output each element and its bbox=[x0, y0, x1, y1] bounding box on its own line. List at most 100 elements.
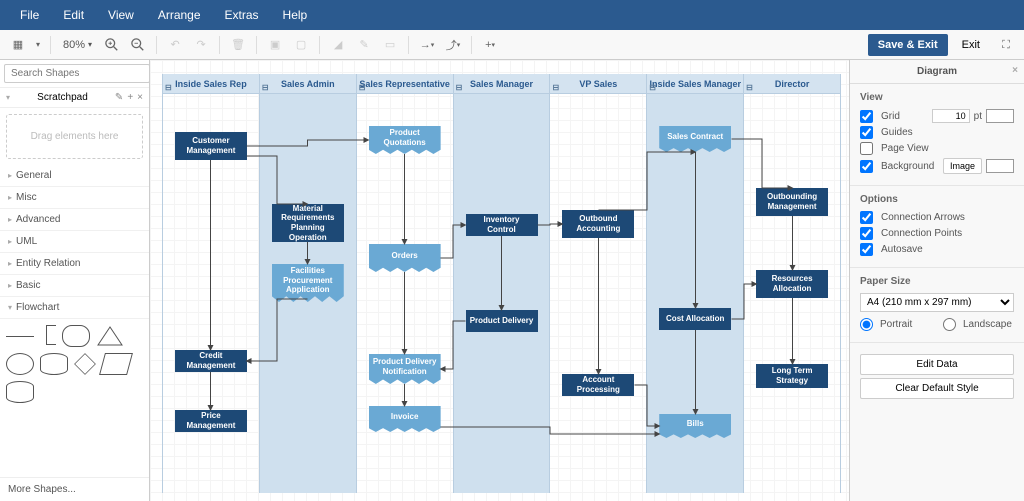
conn-points-label: Connection Points bbox=[881, 228, 1014, 239]
menu-view[interactable]: View bbox=[96, 8, 146, 22]
more-shapes-button[interactable]: More Shapes... bbox=[0, 477, 149, 501]
clear-style-button[interactable]: Clear Default Style bbox=[860, 378, 1014, 399]
category-flowchart[interactable]: Flowchart bbox=[0, 297, 149, 319]
flowchart-node[interactable]: Account Processing bbox=[562, 374, 634, 396]
shape-bracket[interactable] bbox=[46, 325, 56, 345]
shape-diamond[interactable] bbox=[74, 353, 96, 375]
save-exit-button[interactable]: Save & Exit bbox=[868, 34, 948, 56]
menu-help[interactable]: Help bbox=[271, 8, 320, 22]
menu-extras[interactable]: Extras bbox=[213, 8, 271, 22]
flowchart-node[interactable]: Inventory Control bbox=[466, 214, 538, 236]
flowchart-node[interactable]: Facilities Procurement Application bbox=[272, 264, 344, 302]
flowchart-node[interactable]: Resources Allocation bbox=[756, 270, 828, 298]
expand-icon[interactable]: ⛶ bbox=[994, 33, 1018, 57]
lane-4[interactable]: ⊟VP Sales Outbound Accounting Account Proc… bbox=[550, 74, 647, 493]
menu-file[interactable]: File bbox=[8, 8, 51, 22]
edit-data-button[interactable]: Edit Data bbox=[860, 354, 1014, 375]
category-advanced[interactable]: Advanced bbox=[0, 209, 149, 231]
flowchart-node[interactable]: Material Requirements Planning Operation bbox=[272, 204, 344, 242]
lane-header[interactable]: ⊟Inside Sales Manager bbox=[647, 74, 743, 94]
flowchart-node[interactable]: Credit Management bbox=[175, 350, 247, 372]
search-input[interactable] bbox=[4, 64, 150, 83]
lane-header[interactable]: ⊟Sales Admin bbox=[260, 74, 356, 94]
shape-rounded[interactable] bbox=[62, 325, 90, 347]
menu-edit[interactable]: Edit bbox=[51, 8, 96, 22]
grid-color-swatch[interactable] bbox=[986, 109, 1014, 123]
category-general[interactable]: General bbox=[0, 165, 149, 187]
scratchpad-dropzone[interactable]: Drag elements here bbox=[6, 114, 143, 159]
lane-2[interactable]: ⊟Sales Representative Product Quotations O… bbox=[357, 74, 454, 493]
flowchart-node[interactable]: Long Term Strategy bbox=[756, 364, 828, 388]
flowchart-node[interactable]: Sales Contract bbox=[659, 126, 731, 152]
paper-size-select[interactable]: A4 (210 mm x 297 mm) bbox=[860, 293, 1014, 312]
undo-icon[interactable]: ↶ bbox=[163, 33, 187, 57]
grid-size-input[interactable] bbox=[932, 109, 970, 123]
flowchart-node[interactable]: Orders bbox=[369, 244, 441, 272]
shape-parallelogram[interactable] bbox=[99, 353, 133, 375]
guides-checkbox[interactable] bbox=[860, 126, 873, 139]
flowchart-node[interactable]: Product Quotations bbox=[369, 126, 441, 154]
category-entity-relation[interactable]: Entity Relation bbox=[0, 253, 149, 275]
layout-icon[interactable]: ▦ bbox=[6, 33, 30, 57]
exit-button[interactable]: Exit bbox=[954, 34, 988, 56]
category-misc[interactable]: Misc bbox=[0, 187, 149, 209]
background-checkbox[interactable] bbox=[860, 160, 873, 173]
fill-icon[interactable]: ◢ bbox=[326, 33, 350, 57]
delete-icon[interactable]: 🗑 bbox=[226, 33, 250, 57]
shadow-icon[interactable]: ▭ bbox=[378, 33, 402, 57]
category-uml[interactable]: UML bbox=[0, 231, 149, 253]
autosave-checkbox[interactable] bbox=[860, 243, 873, 256]
shape-cylinder[interactable] bbox=[40, 353, 68, 375]
background-swatch[interactable] bbox=[986, 159, 1014, 173]
lane-header[interactable]: ⊟Sales Manager bbox=[454, 74, 550, 94]
menu-arrange[interactable]: Arrange bbox=[146, 8, 213, 22]
canvas[interactable]: ⊟Inside Sales Rep Customer Management Cred… bbox=[150, 60, 849, 501]
to-front-icon[interactable]: ▣ bbox=[263, 33, 287, 57]
stroke-icon[interactable]: ✎ bbox=[352, 33, 376, 57]
conn-arrows-checkbox[interactable] bbox=[860, 211, 873, 224]
connection-icon[interactable]: →▾ bbox=[415, 33, 439, 57]
lane-5[interactable]: ⊟Inside Sales Manager Sales Contract Cost … bbox=[647, 74, 744, 493]
lane-3[interactable]: ⊟Sales Manager Inventory Control Product D… bbox=[454, 74, 551, 493]
add-icon[interactable]: +▾ bbox=[478, 33, 502, 57]
lane-header[interactable]: ⊟VP Sales bbox=[550, 74, 646, 94]
flowchart-node[interactable]: Price Management bbox=[175, 410, 247, 432]
shape-rect[interactable] bbox=[96, 325, 124, 347]
lane-header[interactable]: ⊟Inside Sales Rep bbox=[163, 74, 259, 94]
landscape-radio[interactable] bbox=[943, 318, 956, 331]
lane-1[interactable]: ⊟Sales Admin Material Requirements Planni… bbox=[260, 74, 357, 493]
grid-checkbox[interactable] bbox=[860, 110, 873, 123]
category-basic[interactable]: Basic bbox=[0, 275, 149, 297]
flowchart-node[interactable]: Cost Allocation bbox=[659, 308, 731, 330]
redo-icon[interactable]: ↷ bbox=[189, 33, 213, 57]
lane-header[interactable]: ⊟Sales Representative bbox=[357, 74, 453, 94]
flowchart-node[interactable]: Product Delivery Notification bbox=[369, 354, 441, 384]
lane-6[interactable]: ⊟Director Outbounding Management Resources… bbox=[744, 74, 841, 493]
flowchart-node[interactable]: Outbound Accounting bbox=[562, 210, 634, 238]
close-panel-icon[interactable]: × bbox=[1012, 65, 1018, 76]
flowchart-node[interactable]: Bills bbox=[659, 414, 731, 438]
to-back-icon[interactable]: ▢ bbox=[289, 33, 313, 57]
pageview-checkbox[interactable] bbox=[860, 142, 873, 155]
close-icon[interactable]: × bbox=[137, 92, 143, 103]
zoom-level[interactable]: 80% ▾ bbox=[57, 39, 98, 51]
lane-0[interactable]: ⊟Inside Sales Rep Customer Management Cred… bbox=[162, 74, 260, 493]
image-button[interactable]: Image bbox=[943, 158, 982, 174]
lane-header[interactable]: ⊟Director bbox=[744, 74, 840, 94]
shape-cylinder2[interactable] bbox=[6, 381, 34, 403]
zoom-out-icon[interactable] bbox=[126, 33, 150, 57]
chevron-down-icon[interactable]: ▾ bbox=[32, 33, 44, 57]
waypoint-icon[interactable]: ⤴▾ bbox=[441, 33, 465, 57]
conn-points-checkbox[interactable] bbox=[860, 227, 873, 240]
shape-line[interactable] bbox=[6, 336, 34, 337]
plus-icon[interactable]: + bbox=[127, 92, 133, 103]
flowchart-node[interactable]: Product Delivery bbox=[466, 310, 538, 332]
zoom-in-icon[interactable] bbox=[100, 33, 124, 57]
landscape-label: Landscape bbox=[963, 319, 1014, 330]
flowchart-node[interactable]: Invoice bbox=[369, 406, 441, 432]
flowchart-node[interactable]: Outbounding Management bbox=[756, 188, 828, 216]
shape-ellipse[interactable] bbox=[6, 353, 34, 375]
edit-icon[interactable]: ✎ bbox=[115, 92, 123, 103]
portrait-radio[interactable] bbox=[860, 318, 873, 331]
flowchart-node[interactable]: Customer Management bbox=[175, 132, 247, 160]
